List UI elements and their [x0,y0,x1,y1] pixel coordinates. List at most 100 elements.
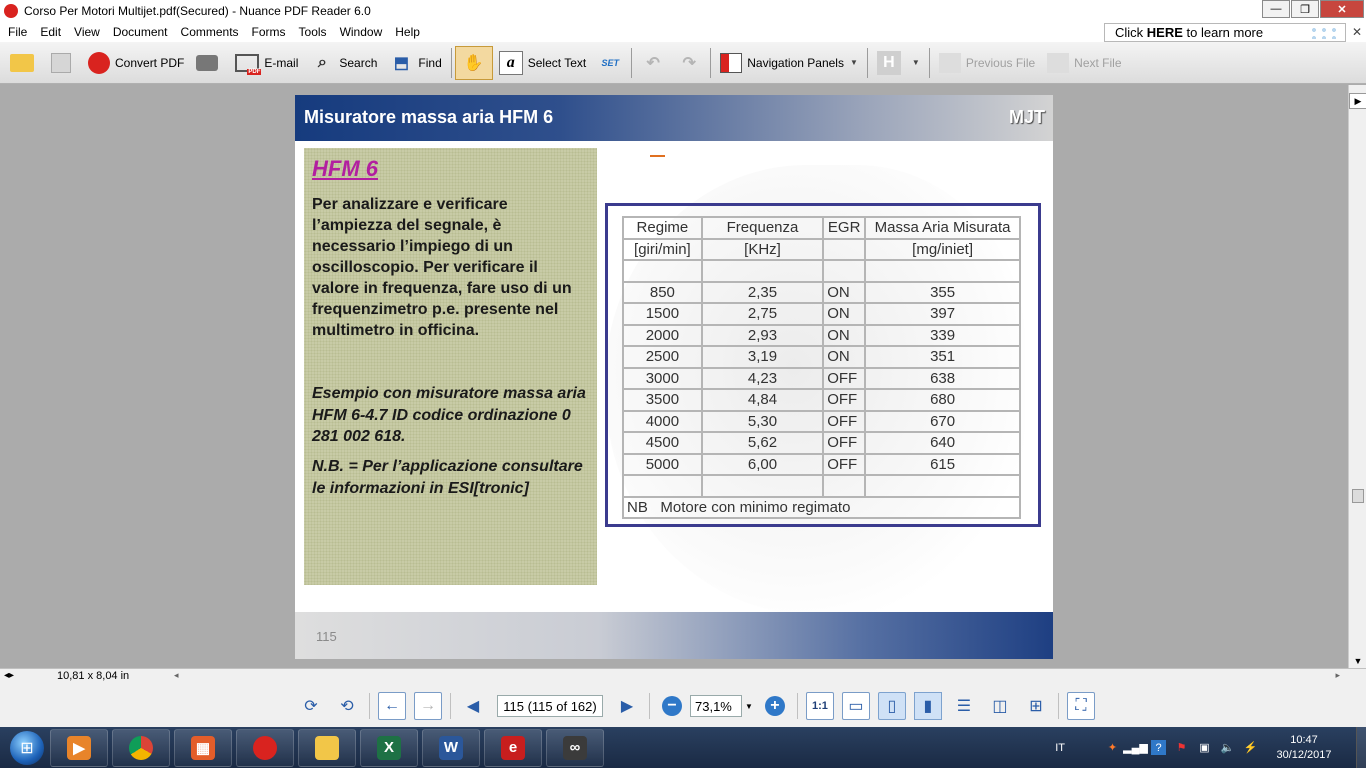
air-mass-cell: 615 [864,452,1021,476]
continuous-page-button[interactable]: ☰ [950,692,978,720]
vertical-scrollbar[interactable]: ▶ ▼ [1348,85,1366,668]
taskbar-nuance-pdf[interactable] [236,728,294,767]
power-icon[interactable]: ⚡ [1243,740,1258,755]
scroll-left-arrow-icon[interactable]: ◂ [174,670,179,681]
previous-view-button[interactable]: ← [378,692,406,720]
taskbar-app-red[interactable]: e [484,728,542,767]
nav-separator [796,693,798,719]
open-button[interactable] [4,46,45,80]
fit-width-button[interactable]: ▭ [841,692,870,720]
scroll-right-arrow-icon[interactable]: ▶ [1349,93,1366,109]
menu-edit[interactable]: Edit [40,25,61,39]
regime-cell: 3000 [622,366,703,390]
header-footer-button[interactable]: H ▼ [871,46,926,80]
menu-window[interactable]: Window [340,25,383,39]
clock[interactable]: 10:47 30/12/2017 [1266,733,1342,763]
menu-comments[interactable]: Comments [181,25,239,39]
scrollbar-thumb[interactable] [1352,489,1364,503]
scroll-right-arrow-icon[interactable]: ▸ [1335,670,1340,681]
panel-paragraph-2: Esempio con misuratore massa aria HFM 6-… [312,385,586,445]
start-button[interactable]: ⊞ [4,728,50,768]
hand-tool-button[interactable]: ✋ [454,45,493,80]
find-button[interactable]: ⬒ Find [383,46,447,80]
show-desktop-button[interactable] [1356,727,1366,768]
convert-pdf-icon [88,51,110,74]
full-screen-button[interactable]: ⛶ [1066,692,1095,720]
egr-cell: ON [822,345,867,369]
minimize-button[interactable]: — [1262,0,1290,18]
facing-pages-button[interactable]: ◫ [986,692,1014,720]
chevron-down-icon[interactable]: ▼ [912,58,920,67]
chevron-down-icon[interactable]: ▼ [850,58,858,67]
unit-cell: [giri/min] [622,237,703,261]
set-button[interactable]: SET [592,46,628,80]
scroll-down-arrow-icon[interactable]: ▼ [1349,656,1366,666]
redo-button[interactable]: ↷ [671,46,707,80]
search-button[interactable]: ⌕ Search [304,46,383,80]
previous-file-button[interactable]: Previous File [933,46,1041,80]
regime-cell: 3500 [622,388,703,412]
close-document-icon[interactable]: ✕ [1352,25,1362,39]
nuance-app-icon [4,4,18,18]
tray-app-icon[interactable]: ✦ [1105,740,1120,755]
learn-more-banner[interactable]: Click HERE to learn more [1104,23,1346,42]
taskbar-explorer[interactable] [298,728,356,767]
app-orange-icon: ▦ [191,735,215,760]
convert-pdf-button[interactable]: Convert PDF [82,46,190,80]
continuous-page-icon: ☰ [956,698,972,715]
single-page-button[interactable]: ▮ [913,692,942,720]
select-text-label: Select Text [527,55,587,70]
taskbar-media-player[interactable]: ▶ [50,728,108,767]
egr-cell: ON [822,302,867,326]
email-button[interactable]: PDF E-mail [229,46,304,80]
slide-page-number: 115 [316,629,337,644]
zoom-in-button[interactable]: + [761,692,789,720]
taskbar-chrome[interactable] [112,728,170,767]
menu-view[interactable]: View [74,25,100,39]
app-red-e-icon: e [501,735,525,760]
single-page-icon: ▮ [923,698,933,715]
signal-strength-icon[interactable]: ▂▄▆ [1123,740,1148,755]
rotate-clockwise-button[interactable]: ⟳ [297,692,325,720]
zoom-dropdown-icon[interactable]: ▼ [745,702,753,711]
slide-badge: MJT [1009,107,1045,127]
redo-icon: ↷ [682,54,696,72]
menu-tools[interactable]: Tools [299,25,327,39]
undo-button[interactable]: ↶ [635,46,671,80]
zoom-level-field[interactable]: 73,1% [690,695,742,717]
save-button[interactable] [45,46,82,80]
menu-document[interactable]: Document [113,25,168,39]
taskbar-app-orange[interactable]: ▦ [174,728,232,767]
print-button[interactable] [190,46,229,80]
help-icon[interactable]: ? [1151,740,1166,755]
volume-icon[interactable]: 🔈 [1220,740,1235,755]
navigation-panels-button[interactable]: Navigation Panels ▼ [714,46,864,80]
resize-arrows-icon[interactable]: ◂▸ [4,670,14,681]
rotate-counterclockwise-button[interactable]: ⟲ [333,692,361,720]
network-icon[interactable]: ▣ [1197,740,1212,755]
language-indicator[interactable]: IT [1055,742,1065,754]
menu-file[interactable]: File [8,25,27,39]
close-window-button[interactable]: ✕ [1320,0,1364,18]
next-page-button[interactable]: ▶ [613,692,641,720]
taskbar-excel[interactable]: X [360,728,418,767]
page-number-field[interactable]: 115 (115 of 162) [497,695,603,717]
actual-size-button[interactable]: 1:1 [805,692,834,720]
taskbar-app-infinity[interactable]: ∞ [546,728,604,767]
menu-help[interactable]: Help [395,25,420,39]
egr-cell: OFF [822,452,867,476]
zoom-out-button[interactable]: − [658,692,686,720]
maximize-button[interactable]: ❐ [1291,0,1319,18]
search-binoculars-icon: ⌕ [317,53,327,71]
next-view-button[interactable]: → [414,692,442,720]
measurement-table-frame: Regime Frequenza EGR Massa Aria Misurata… [605,203,1041,527]
flag-icon[interactable]: ⚑ [1174,740,1189,755]
select-text-button[interactable]: a Select Text [493,46,592,80]
menu-forms[interactable]: Forms [252,25,286,39]
previous-page-button[interactable]: ◀ [459,692,487,720]
next-file-label: Next File [1074,55,1122,70]
next-file-button[interactable]: Next File [1041,46,1127,80]
taskbar-word[interactable]: W [422,728,480,767]
fit-page-button[interactable]: ▯ [877,692,906,720]
continuous-facing-button[interactable]: ⊞ [1022,692,1050,720]
